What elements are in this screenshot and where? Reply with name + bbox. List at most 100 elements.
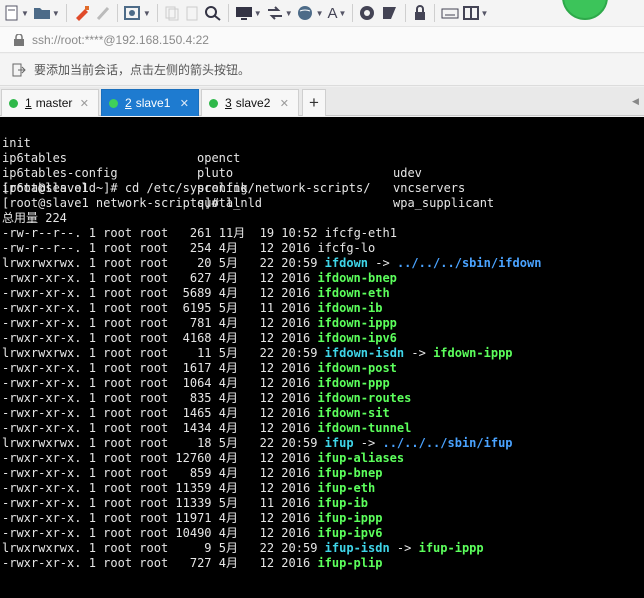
file-name: ifdown-ippp [317,316,397,330]
toolbar-divider [65,4,67,22]
globe-button[interactable]: ▼ [297,2,324,24]
find-button[interactable] [204,2,222,24]
file-name: ifup-plip [317,556,383,570]
plus-icon: + [309,93,319,112]
toolbar-divider [116,4,118,22]
terminal-output[interactable]: init openct udev ip6tables pluto vncserv… [0,117,644,598]
link-target: ifdown-ippp [433,346,513,360]
file-name: ifdown-routes [317,391,412,405]
listing-row: -rwxr-xr-x. 1 root root 1617 4月 12 2016 … [2,361,397,376]
file-name: ifcfg-eth1 [324,226,397,240]
link-arrow: -> [368,256,397,270]
file-meta: lrwxrwxrwx. 1 root root 9 5月 22 20:59 [2,541,325,555]
close-icon[interactable]: ✕ [80,97,89,110]
copy-button[interactable] [164,2,180,24]
add-tab-button[interactable]: + [302,89,326,116]
file-name: ifdown-sit [317,406,390,420]
listing-row: -rwxr-xr-x. 1 root root 11339 5月 11 2016… [2,496,368,511]
listing-row: -rwxr-xr-x. 1 root root 859 4月 12 2016 i… [2,466,382,481]
tab-master[interactable]: 1 master ✕ [1,89,99,116]
tab-label: master [35,96,73,110]
file-name: ifup [324,436,354,450]
tab-label: slave1 [135,96,171,110]
status-dot [109,98,118,108]
tab-scroll-left-icon[interactable]: ◀ [632,96,639,107]
file-name: ifcfg-lo [317,241,376,255]
file-meta: -rwxr-xr-x. 1 root root 11359 4月 12 2016 [2,481,318,495]
transfer-button[interactable]: ▼ [266,2,293,24]
tab-number: 2 [125,96,132,110]
link-arrow: -> [389,541,419,555]
term-col: vncservers [393,181,466,195]
file-meta: -rwxr-xr-x. 1 root root 11339 5月 11 2016 [2,496,318,510]
keyboard-button[interactable] [441,2,459,24]
font-size-label: A [327,4,338,22]
record-button[interactable] [359,2,377,24]
hint-text: 要添加当前会话，点击左侧的箭头按钮。 [34,63,251,77]
address-text: ssh://root:****@192.168.150.4:22 [32,32,209,47]
monitor-button[interactable]: ▼ [235,2,262,24]
toolbar-divider [434,4,436,22]
file-name: ifup-ipv6 [317,526,383,540]
listing-row: lrwxrwxrwx. 1 root root 11 5月 22 20:59 i… [2,346,513,361]
address-bar[interactable]: ssh://root:****@192.168.150.4:22 [0,27,644,53]
new-session-button[interactable]: ▼ [4,2,29,24]
file-name: ifdown-tunnel [317,421,412,435]
listing-row: lrwxrwxrwx. 1 root root 20 5月 22 20:59 i… [2,256,541,271]
toolbar-divider [352,4,354,22]
xshell-icon [383,7,397,19]
toolbar-divider [156,4,158,22]
window-layout-icon [463,6,480,20]
file-meta: -rwxr-xr-x. 1 root root 859 4月 12 2016 [2,466,318,480]
close-icon[interactable]: ✕ [180,97,189,110]
listing-row: -rwxr-xr-x. 1 root root 627 4月 12 2016 i… [2,271,397,286]
file-name: ifup-bnep [317,466,383,480]
paste-button[interactable] [184,2,200,24]
status-dot [9,98,18,108]
listing-row: -rwxr-xr-x. 1 root root 727 4月 12 2016 i… [2,556,382,571]
tab-number: 3 [225,96,232,110]
file-name: ifdown-ib [317,301,383,315]
file-meta: -rwxr-xr-x. 1 root root 835 4月 12 2016 [2,391,318,405]
tab-slave2[interactable]: 3 slave2 ✕ [201,89,299,116]
layout-button[interactable]: ▼ [463,2,488,24]
record-icon [360,6,375,20]
pen-button[interactable] [95,2,111,24]
file-name: ifdown-isdn [324,346,405,360]
listing-row: -rwxr-xr-x. 1 root root 781 4月 12 2016 i… [2,316,397,331]
xshell-button[interactable] [381,2,399,24]
listing-row: -rwxr-xr-x. 1 root root 11359 4月 12 2016… [2,481,375,496]
file-name: ifup-ippp [317,511,383,525]
file-name: ifdown [324,256,369,270]
lock-icon [415,5,426,20]
status-dot [209,98,218,108]
file-name: ifdown-eth [317,286,390,300]
folder-icon [33,8,50,19]
toolbar-divider [405,4,407,22]
file-meta: -rwxr-xr-x. 1 root root 5689 4月 12 2016 [2,286,318,300]
link-target: ../../../sbin/ifup [382,436,513,450]
file-meta: -rwxr-xr-x. 1 root root 11971 4月 12 2016 [2,511,318,525]
lock-button[interactable] [412,2,428,24]
file-meta: -rwxr-xr-x. 1 root root 1465 4月 12 2016 [2,406,318,420]
file-meta: lrwxrwxrwx. 1 root root 18 5月 22 20:59 [2,436,325,450]
compose-button[interactable] [73,2,91,24]
terminal-line: init openct udev [2,121,642,180]
add-session-arrow-icon[interactable] [12,62,26,78]
file-meta: -rwxr-xr-x. 1 root root 627 4月 12 2016 [2,271,318,285]
terminal-command: [root@slave1 ~]# cd /etc/sysconfig/netwo… [2,181,371,195]
terminal-total: 总用量 224 [2,211,67,225]
terminal-line: ip6tables pluto vncservers [2,136,642,195]
file-meta: -rwxr-xr-x. 1 root root 12760 4月 12 2016 [2,451,318,465]
terminal-command: [root@slave1 network-scripts]# ll [2,196,241,210]
tab-slave1[interactable]: 2 slave1 ✕ [101,89,199,116]
font-size-button[interactable]: A ▼ [328,2,347,24]
open-folder-button[interactable]: ▼ [33,2,60,24]
listing-row: -rw-r--r--. 1 root root 254 4月 12 2016 i… [2,241,375,256]
monitor-icon [235,7,252,20]
close-icon[interactable]: ✕ [280,97,289,110]
settings-button[interactable]: ▼ [123,2,151,24]
globe-icon [297,6,312,20]
main-toolbar: ▼ ▼ ▼ ▼ ▼ ▼ A ▼ ▼ [0,0,644,27]
file-meta: -rw-r--r--. 1 root root 254 4月 12 2016 [2,241,318,255]
